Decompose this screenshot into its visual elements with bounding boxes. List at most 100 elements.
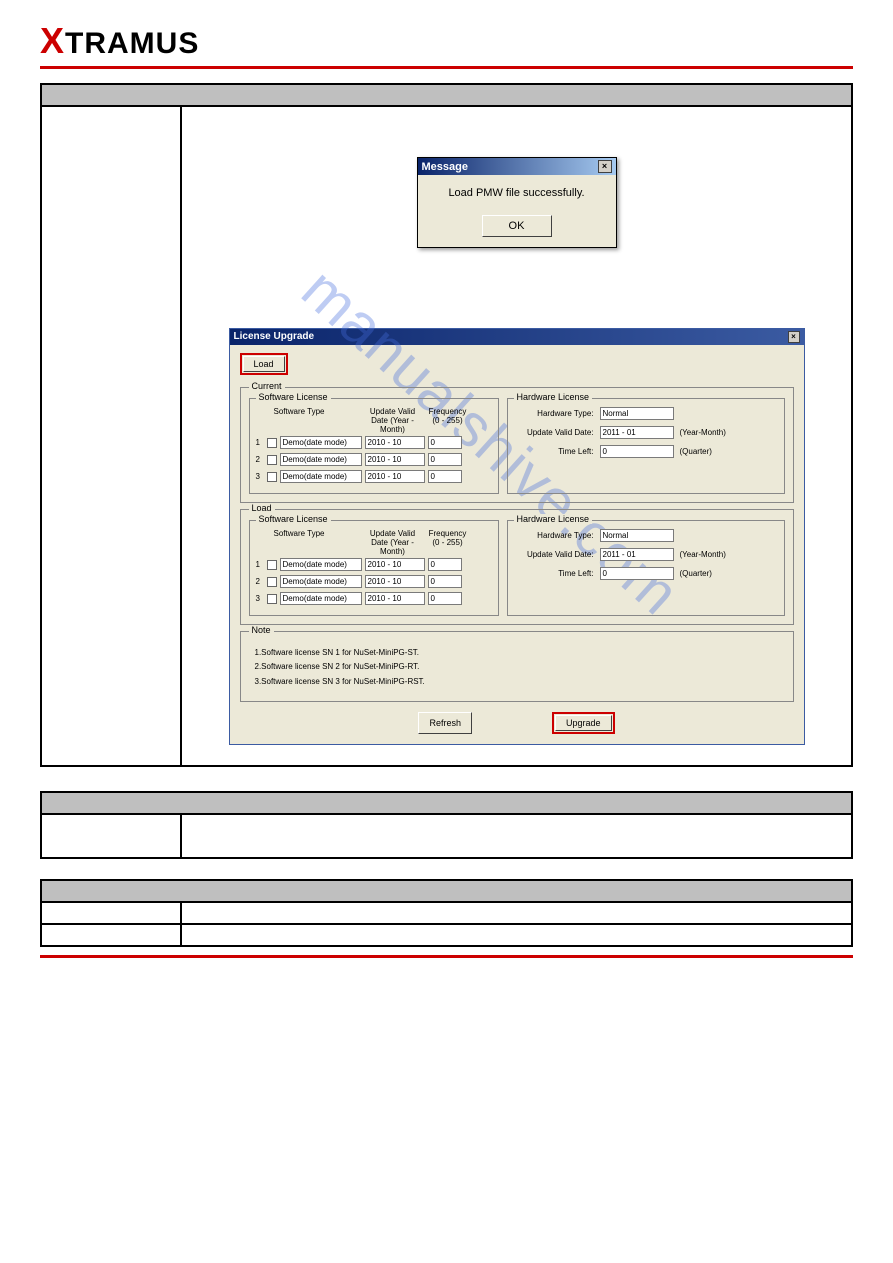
col-date: Update Valid Date (Year - Month) [362,529,424,556]
dialog-button-row: Refresh Upgrade [240,712,794,734]
software-row: 3 Demo(date mode) 2010 - 10 0 [256,470,492,483]
software-type-field[interactable]: Demo(date mode) [280,453,362,466]
license-body: Load Current Software License [230,345,804,744]
software-type-field[interactable]: Demo(date mode) [280,558,362,571]
table-header-bar [41,880,852,902]
current-group-label: Current [249,381,285,391]
brand-logo: XTRAMUS [40,27,199,60]
software-license-label: Software License [256,514,331,524]
table-left-column [41,924,181,946]
ok-button[interactable]: OK [482,215,552,237]
valid-date-field[interactable]: 2010 - 10 [365,558,425,571]
footer-rule [40,955,853,958]
note-line: 2.Software license SN 2 for NuSet-MiniPG… [255,660,779,674]
table-header-bar [41,792,852,814]
table-left-column [41,814,181,858]
hardware-license-label: Hardware License [514,514,593,524]
frequency-field[interactable]: 0 [428,558,462,571]
close-icon[interactable]: × [788,331,800,343]
hw-time-field[interactable]: 0 [600,567,674,580]
note-line: 3.Software license SN 3 for NuSet-MiniPG… [255,675,779,689]
valid-date-field[interactable]: 2010 - 10 [365,470,425,483]
hardware-license-label: Hardware License [514,392,593,402]
close-icon[interactable]: × [598,160,612,173]
frequency-field[interactable]: 0 [428,470,462,483]
valid-date-field[interactable]: 2010 - 10 [365,592,425,605]
hw-type-label: Hardware Type: [514,409,594,418]
refresh-button[interactable]: Refresh [418,712,472,734]
software-type-field[interactable]: Demo(date mode) [280,575,362,588]
col-date: Update Valid Date (Year - Month) [362,407,424,434]
table-left-column [41,902,181,924]
checkbox[interactable] [267,594,277,604]
hw-time-label: Time Left: [514,447,594,456]
software-row: 2 Demo(date mode) 2010 - 10 0 [256,453,492,466]
table-left-column [41,106,181,766]
message-dialog: Message × Load PMW file successfully. OK [417,157,617,248]
checkbox[interactable] [267,455,277,465]
hw-year-month-unit: (Year-Month) [680,550,726,559]
checkbox[interactable] [267,438,277,448]
software-type-field[interactable]: Demo(date mode) [280,436,362,449]
valid-date-field[interactable]: 2010 - 10 [365,453,425,466]
row-sn: 2 [256,577,264,586]
frequency-field[interactable]: 0 [428,453,462,466]
frequency-field[interactable]: 0 [428,592,462,605]
hw-time-field[interactable]: 0 [600,445,674,458]
message-button-row: OK [418,209,616,247]
software-type-field[interactable]: Demo(date mode) [280,592,362,605]
license-title: License Upgrade [234,331,315,343]
checkbox[interactable] [267,472,277,482]
valid-date-field[interactable]: 2010 - 10 [365,575,425,588]
brand-x: X [40,20,65,61]
current-hardware-license: Hardware License Hardware Type: Normal U… [507,398,785,494]
row-sn: 3 [256,472,264,481]
row-sn: 1 [256,438,264,447]
software-row: 1 Demo(date mode) 2010 - 10 0 [256,436,492,449]
table-right-column [181,814,852,858]
content-table-3 [40,879,853,947]
message-titlebar: Message × [418,158,616,175]
checkbox[interactable] [267,560,277,570]
load-hardware-license: Hardware License Hardware Type: Normal U… [507,520,785,616]
license-upgrade-dialog: License Upgrade × Load Current [229,328,805,745]
hw-quarter-unit: (Quarter) [680,447,712,456]
valid-date-field[interactable]: 2010 - 10 [365,436,425,449]
load-button[interactable]: Load [243,356,285,372]
col-type: Software Type [274,529,358,556]
hw-date-field[interactable]: 2011 - 01 [600,426,674,439]
hw-date-field[interactable]: 2011 - 01 [600,548,674,561]
frequency-field[interactable]: 0 [428,436,462,449]
load-software-license: Software License Software Type Update Va… [249,520,499,616]
note-group-label: Note [249,625,274,635]
hw-type-field[interactable]: Normal [600,407,674,420]
load-group-label: Load [249,503,275,513]
hw-time-label: Time Left: [514,569,594,578]
license-titlebar: License Upgrade × [230,329,804,345]
hw-type-label: Hardware Type: [514,531,594,540]
load-button-highlight: Load [240,353,288,375]
hw-type-field[interactable]: Normal [600,529,674,542]
upgrade-button[interactable]: Upgrade [555,715,612,731]
frequency-field[interactable]: 0 [428,575,462,588]
row-sn: 2 [256,455,264,464]
note-group: Note 1.Software license SN 1 for NuSet-M… [240,631,794,702]
upgrade-button-highlight: Upgrade [552,712,615,734]
checkbox[interactable] [267,577,277,587]
software-header-row: Software Type Update Valid Date (Year - … [256,407,492,434]
message-body: Load PMW file successfully. [418,175,616,209]
current-software-license: Software License Software Type Update Va… [249,398,499,494]
col-freq: Frequency (0 - 255) [428,407,468,434]
current-group: Current Software License Software Type U… [240,387,794,503]
row-sn: 1 [256,560,264,569]
table-right-column [181,924,852,946]
software-type-field[interactable]: Demo(date mode) [280,470,362,483]
row-sn: 3 [256,594,264,603]
brand-rest: TRAMUS [65,27,199,60]
table-right-column: Message × Load PMW file successfully. OK… [181,106,852,766]
table-header-bar [41,84,852,106]
hw-quarter-unit: (Quarter) [680,569,712,578]
note-line: 1.Software license SN 1 for NuSet-MiniPG… [255,646,779,660]
hw-date-label: Update Valid Date: [514,428,594,437]
software-row: 3 Demo(date mode) 2010 - 10 0 [256,592,492,605]
